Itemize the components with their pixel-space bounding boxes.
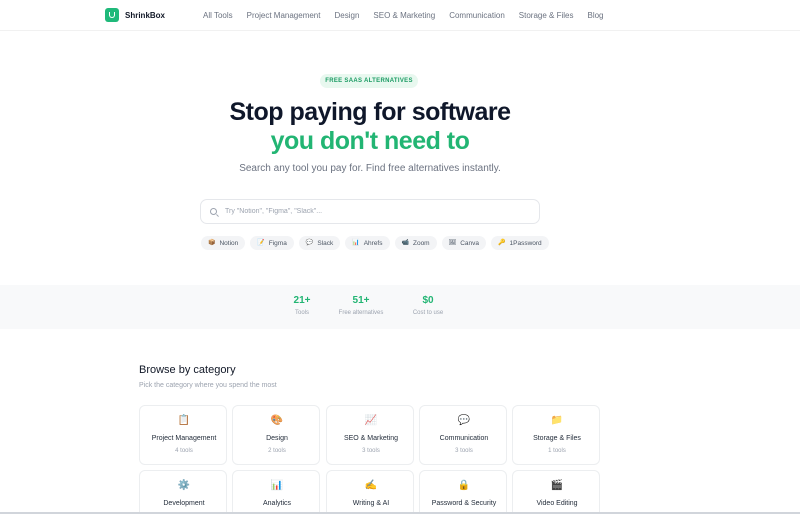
hero-headline-accent: you don't need to (270, 127, 470, 155)
brand-logo[interactable]: ShrinkBox (105, 8, 165, 22)
category-card-video-editing[interactable]: 🎬 Video Editing (512, 470, 600, 514)
slack-icon: 💬 (305, 240, 314, 246)
clipboard-icon: 📋 (177, 415, 191, 426)
category-name: Storage & Files (533, 435, 581, 442)
writing-hand-icon: ✍️ (364, 480, 378, 491)
nav-link-seo-marketing[interactable]: SEO & Marketing (373, 11, 435, 20)
stat-value: 51+ (352, 295, 370, 306)
chip-figma[interactable]: 📝 Figma (250, 236, 294, 250)
nav-link-design[interactable]: Design (334, 11, 359, 20)
stat-tools: 21+ Tools (272, 295, 332, 316)
category-name: Analytics (262, 500, 291, 507)
category-card-writing-ai[interactable]: ✍️ Writing & AI (326, 470, 414, 514)
chart-up-icon: 📈 (364, 415, 378, 426)
stat-free-alternatives: 51+ Free alternatives (331, 295, 391, 316)
category-name: Project Management (151, 435, 217, 442)
hero-headline: Stop paying for software (229, 98, 511, 126)
speech-bubble-icon: 💬 (457, 415, 471, 426)
chip-label: Notion (219, 239, 239, 247)
nav-link-project-management[interactable]: Project Management (247, 11, 321, 20)
lock-icon: 🔒 (457, 480, 471, 491)
category-name: Communication (439, 435, 489, 442)
stat-value: 21+ (293, 295, 311, 306)
category-count: 2 tools (268, 448, 286, 454)
hero-subtitle: Search any tool you pay for. Find free a… (239, 163, 501, 174)
category-card-seo-marketing[interactable]: 📈 SEO & Marketing 3 tools (326, 405, 414, 465)
search-input[interactable] (225, 208, 525, 215)
ahrefs-icon: 📊 (352, 240, 360, 246)
category-count: 3 tools (455, 448, 473, 454)
brand-name: ShrinkBox (125, 10, 166, 20)
category-count: 1 tools (548, 448, 566, 454)
hero-badge: FREE SAAS ALTERNATIVES (320, 74, 418, 88)
chip-label: Slack (317, 239, 334, 247)
nav-link-storage-files[interactable]: Storage & Files (519, 11, 574, 20)
nav-link-all-tools[interactable]: All Tools (203, 11, 233, 20)
section-subtitle: Pick the category where you spend the mo… (139, 382, 277, 389)
section-title: Browse by category (139, 364, 236, 376)
stat-value: $0 (422, 295, 434, 306)
chip-label: Figma (268, 239, 287, 247)
category-card-development[interactable]: ⚙️ Development (139, 470, 227, 514)
logo-icon (105, 8, 119, 22)
search-box[interactable] (200, 199, 540, 224)
chip-zoom[interactable]: 📹 Zoom (394, 236, 437, 250)
category-name: Design (266, 435, 288, 442)
folder-icon: 📁 (550, 415, 564, 426)
chip-label: Canva (460, 239, 480, 247)
search-icon (210, 208, 217, 215)
category-name: Video Editing (536, 500, 578, 507)
category-name: Development (163, 500, 205, 507)
stat-cost: $0 Cost to use (398, 295, 458, 316)
category-card-password-security[interactable]: 🔒 Password & Security (419, 470, 507, 514)
category-card-project-management[interactable]: 📋 Project Management 4 tools (139, 405, 227, 465)
chip-slack[interactable]: 💬 Slack (298, 236, 341, 250)
nav-link-blog[interactable]: Blog (587, 11, 603, 20)
top-nav: ShrinkBox All Tools Project Management D… (0, 0, 800, 31)
category-card-communication[interactable]: 💬 Communication 3 tools (419, 405, 507, 465)
palette-icon: 🎨 (270, 415, 284, 426)
chip-1password[interactable]: 🔑 1Password (491, 236, 549, 250)
category-count: 3 tools (362, 448, 380, 454)
chip-label: 1Password (509, 239, 542, 247)
category-card-analytics[interactable]: 📊 Analytics (232, 470, 320, 514)
zoom-icon: 📹 (401, 240, 409, 246)
nav-links: All Tools Project Management Design SEO … (203, 11, 604, 20)
category-name: Password & Security (431, 500, 497, 507)
chip-canva[interactable]: 🖼 Canva (441, 236, 487, 250)
canva-icon: 🖼 (448, 240, 457, 246)
suggestion-chips: 📦 Notion 📝 Figma 💬 Slack 📊 Ahrefs 📹 Zoom 🖼 Can… (201, 236, 549, 250)
notion-icon: 📦 (208, 240, 216, 246)
gear-icon: ⚙️ (177, 480, 191, 491)
stat-label: Tools (294, 310, 309, 316)
stat-label: Free alternatives (338, 310, 384, 316)
category-name: SEO & Marketing (343, 435, 399, 442)
stats-bar: 21+ Tools 51+ Free alternatives $0 Cost … (0, 285, 800, 329)
chip-label: Ahrefs (363, 239, 383, 247)
1password-icon: 🔑 (498, 240, 506, 246)
clapperboard-icon: 🎬 (550, 480, 564, 491)
chip-notion[interactable]: 📦 Notion (201, 236, 246, 250)
category-card-design[interactable]: 🎨 Design 2 tools (232, 405, 320, 465)
figma-icon: 📝 (257, 240, 265, 246)
chip-label: Zoom (412, 239, 430, 247)
nav-link-communication[interactable]: Communication (449, 11, 505, 20)
stat-label: Cost to use (412, 310, 444, 316)
category-count: 4 tools (175, 448, 193, 454)
chip-ahrefs[interactable]: 📊 Ahrefs (345, 236, 390, 250)
category-card-storage-files[interactable]: 📁 Storage & Files 1 tools (512, 405, 600, 465)
bar-chart-icon: 📊 (270, 480, 284, 491)
category-name: Writing & AI (352, 500, 390, 507)
